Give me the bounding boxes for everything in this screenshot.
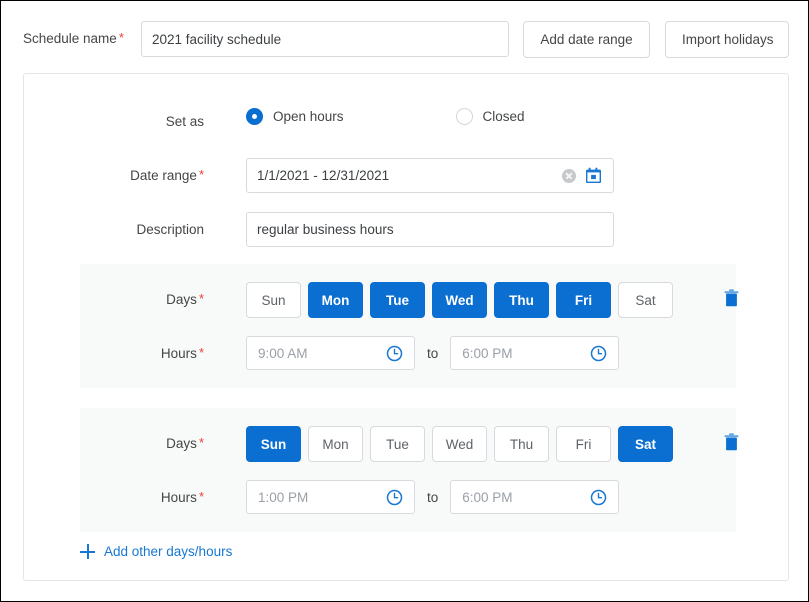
date-range-label: Date range * <box>82 167 204 183</box>
add-date-range-button[interactable]: Add date range <box>523 21 650 58</box>
required-asterisk: * <box>118 30 124 45</box>
day-button-wed[interactable]: Wed <box>432 426 487 462</box>
required-asterisk: * <box>198 345 204 360</box>
radio-option-open-hours-label: Open hours <box>273 109 344 124</box>
days-toggle-group[interactable]: Sun Mon Tue Wed Thu Fri Sat <box>246 282 680 318</box>
end-time-field[interactable]: 6:00 PM <box>450 480 620 514</box>
radio-unselected-icon[interactable] <box>455 108 473 125</box>
schedule-editor-page: Schedule name* Add date range Import hol… <box>0 0 809 602</box>
date-range-value: 1/1/2021 - 12/31/2021 <box>257 168 390 183</box>
set-as-label: Set as <box>165 114 204 129</box>
day-button-mon[interactable]: Mon <box>308 282 363 318</box>
delete-schedule-block-button[interactable] <box>718 428 744 458</box>
schedule-block: Days * Sun Mon Tue Wed Thu Fri Sat Hours… <box>80 264 738 388</box>
to-separator-label: to <box>427 489 439 505</box>
add-other-days-hours-link[interactable]: Add other days/hours <box>80 544 232 559</box>
days-label: Days * <box>82 291 204 307</box>
days-toggle-group[interactable]: Sun Mon Tue Wed Thu Fri Sat <box>246 426 680 462</box>
schedule-name-input[interactable] <box>141 21 509 57</box>
hours-label: Hours * <box>82 345 204 361</box>
start-time-field[interactable]: 9:00 AM <box>246 336 415 370</box>
hours-label-text: Hours <box>160 346 197 361</box>
end-time-value: 6:00 PM <box>462 345 513 361</box>
date-range-field[interactable]: 1/1/2021 - 12/31/2021 <box>246 158 614 193</box>
day-button-sun[interactable]: Sun <box>246 282 301 318</box>
day-button-thu[interactable]: Thu <box>494 426 549 462</box>
start-time-value: 9:00 AM <box>258 345 308 361</box>
to-separator-label: to <box>427 345 439 361</box>
start-time-value: 1:00 PM <box>258 489 309 505</box>
clock-icon[interactable] <box>590 345 607 362</box>
clear-circle-icon[interactable] <box>562 168 576 183</box>
set-as-radio-group[interactable]: Open hours Closed <box>246 108 525 125</box>
plus-icon <box>80 544 95 559</box>
day-button-thu[interactable]: Thu <box>494 282 549 318</box>
radio-option-open-hours[interactable]: Open hours <box>246 108 344 125</box>
delete-schedule-block-button[interactable] <box>718 284 744 314</box>
required-asterisk: * <box>198 435 204 450</box>
day-button-tue[interactable]: Tue <box>370 282 425 318</box>
required-asterisk: * <box>198 291 204 306</box>
trash-icon <box>724 288 739 310</box>
schedule-name-label-text: Schedule name <box>23 31 117 46</box>
day-button-fri[interactable]: Fri <box>556 426 611 462</box>
schedule-name-label: Schedule name * <box>23 30 124 46</box>
end-time-value: 6:00 PM <box>462 489 513 505</box>
clock-icon[interactable] <box>590 489 607 506</box>
calendar-icon[interactable] <box>585 167 602 184</box>
clock-icon[interactable] <box>386 345 403 362</box>
date-range-label-text: Date range <box>130 168 197 183</box>
hours-row: 9:00 AM to 6:00 PM <box>246 336 620 370</box>
clock-icon[interactable] <box>386 489 403 506</box>
day-button-tue[interactable]: Tue <box>370 426 425 462</box>
hours-label-text: Hours <box>160 490 197 505</box>
day-button-sun[interactable]: Sun <box>246 426 301 462</box>
day-button-sat[interactable]: Sat <box>618 282 673 318</box>
schedule-block: Days * Sun Mon Tue Wed Thu Fri Sat Hours… <box>80 408 738 532</box>
days-label: Days * <box>82 435 204 451</box>
day-button-mon[interactable]: Mon <box>308 426 363 462</box>
header-row: Schedule name* Add date range Import hol… <box>1 1 808 73</box>
day-button-sat[interactable]: Sat <box>618 426 673 462</box>
days-label-text: Days <box>166 292 197 307</box>
start-time-field[interactable]: 1:00 PM <box>246 480 415 514</box>
day-button-fri[interactable]: Fri <box>556 282 611 318</box>
radio-option-closed[interactable]: Closed <box>455 108 525 125</box>
import-holidays-button[interactable]: Import holidays <box>665 21 789 58</box>
end-time-field[interactable]: 6:00 PM <box>450 336 620 370</box>
days-label-text: Days <box>166 436 197 451</box>
schedule-card: Set as Open hours Closed Date range * 1/1… <box>23 73 789 581</box>
hours-label: Hours * <box>82 489 204 505</box>
add-other-days-hours-label: Add other days/hours <box>104 544 233 559</box>
trash-icon <box>724 432 739 454</box>
radio-selected-icon[interactable] <box>246 108 263 125</box>
radio-option-closed-label: Closed <box>482 109 525 124</box>
description-label: Description <box>136 222 204 237</box>
hours-row: 1:00 PM to 6:00 PM <box>246 480 620 514</box>
required-asterisk: * <box>198 489 204 504</box>
description-input[interactable] <box>246 212 614 247</box>
day-button-wed[interactable]: Wed <box>432 282 487 318</box>
required-asterisk: * <box>198 167 204 182</box>
